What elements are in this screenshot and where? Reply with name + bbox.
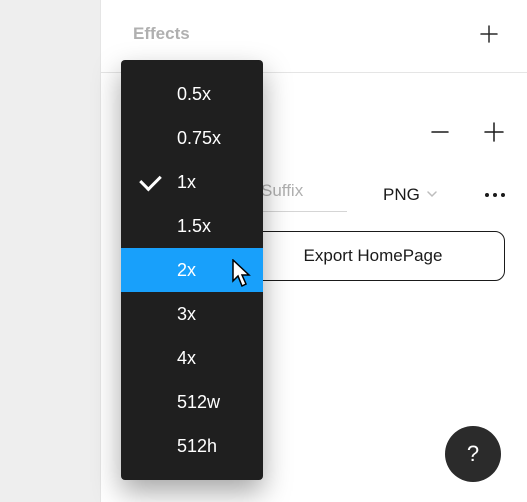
add-export-button[interactable] bbox=[483, 121, 505, 143]
add-effect-button[interactable] bbox=[479, 24, 499, 44]
scale-dropdown[interactable]: 0.5x 0.75x 1x 1.5x 2x 3x 4x 512w 512h bbox=[121, 60, 263, 480]
scale-option-label: 4x bbox=[177, 348, 196, 369]
scale-option-label: 512h bbox=[177, 436, 217, 457]
scale-option-label: 2x bbox=[177, 260, 196, 281]
export-button-label: Export HomePage bbox=[304, 246, 443, 266]
remove-export-button[interactable] bbox=[429, 121, 451, 143]
scale-option-4x[interactable]: 4x bbox=[121, 336, 263, 380]
scale-option-label: 0.75x bbox=[177, 128, 221, 149]
scale-option-0-75x[interactable]: 0.75x bbox=[121, 116, 263, 160]
scale-option-3x[interactable]: 3x bbox=[121, 292, 263, 336]
help-label: ? bbox=[467, 441, 479, 467]
help-button[interactable]: ? bbox=[445, 426, 501, 482]
effects-section-header: Effects bbox=[101, 0, 527, 54]
scale-option-2x[interactable]: 2x bbox=[121, 248, 263, 292]
scale-option-label: 3x bbox=[177, 304, 196, 325]
scale-option-512h[interactable]: 512h bbox=[121, 424, 263, 468]
left-gutter bbox=[0, 0, 100, 502]
more-options-button[interactable] bbox=[485, 193, 505, 197]
scale-option-label: 1.5x bbox=[177, 216, 211, 237]
scale-option-label: 1x bbox=[177, 172, 196, 193]
scale-option-label: 0.5x bbox=[177, 84, 211, 105]
scale-option-512w[interactable]: 512w bbox=[121, 380, 263, 424]
suffix-input[interactable]: Suffix bbox=[257, 177, 347, 212]
effects-title: Effects bbox=[133, 24, 190, 44]
scale-option-1-5x[interactable]: 1.5x bbox=[121, 204, 263, 248]
scale-option-1x[interactable]: 1x bbox=[121, 160, 263, 204]
chevron-down-icon bbox=[426, 185, 438, 205]
format-select[interactable]: PNG bbox=[377, 181, 444, 209]
export-button[interactable]: Export HomePage bbox=[241, 231, 505, 281]
scale-option-label: 512w bbox=[177, 392, 220, 413]
format-label: PNG bbox=[383, 185, 420, 205]
scale-option-0-5x[interactable]: 0.5x bbox=[121, 72, 263, 116]
